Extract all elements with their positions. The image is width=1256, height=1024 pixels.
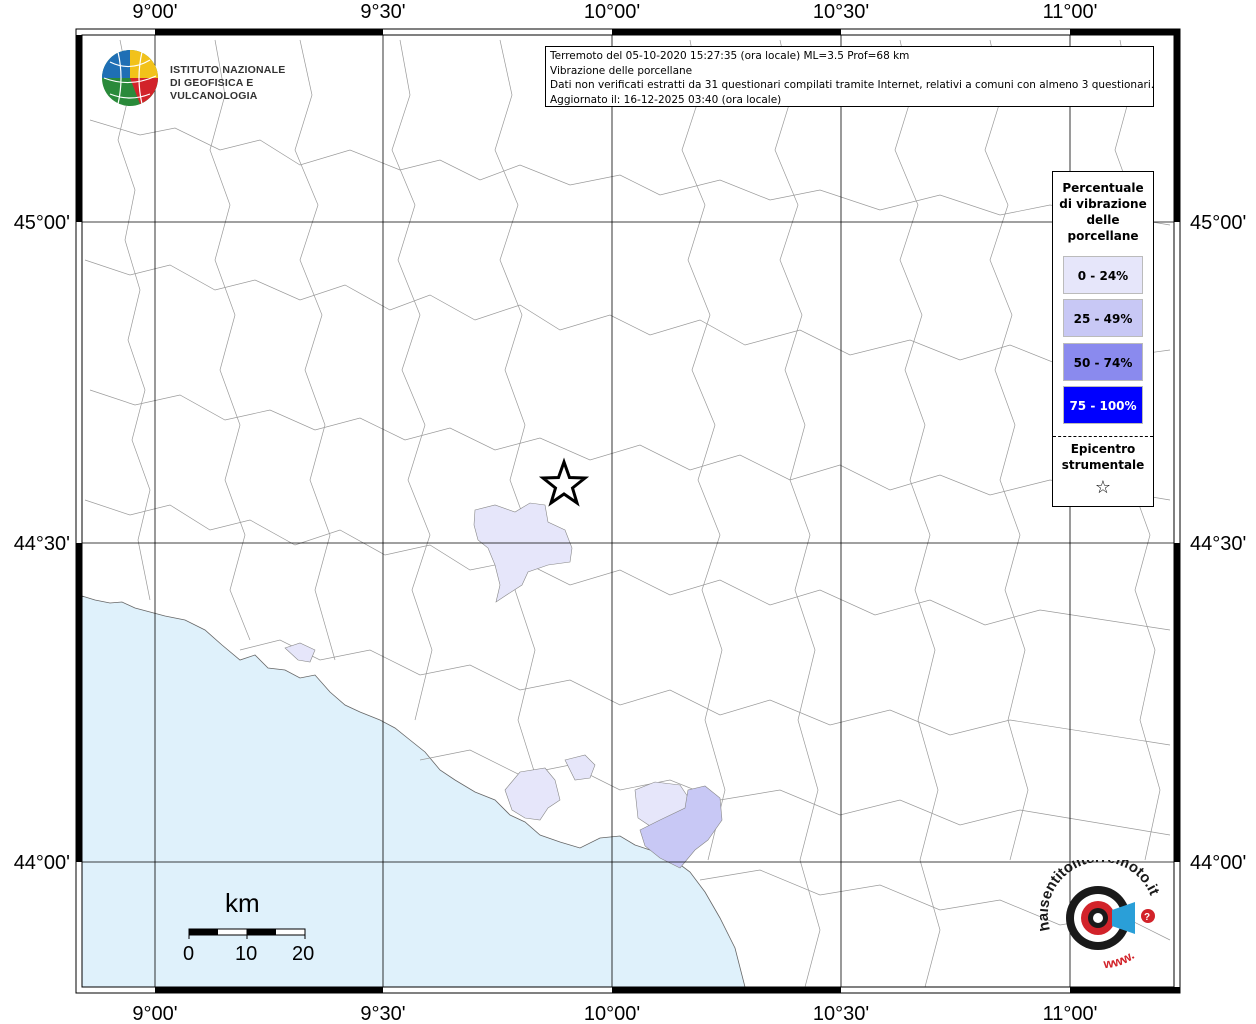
lat-ticks-left: 45°00' 44°30' 44°00' bbox=[14, 212, 70, 874]
data-note: Dati non verificati estratti da 31 quest… bbox=[550, 79, 1154, 91]
legend-star-icon: ☆ bbox=[1094, 477, 1112, 498]
legend-class-25-49: 25 - 49% bbox=[1063, 299, 1143, 337]
lon-ticks-bottom: 9°00' 9°30' 10°00' 10°30' 11°00' bbox=[132, 1003, 1097, 1024]
legend-title-line1: Percentuale bbox=[1062, 181, 1144, 195]
lon-tick-top-5: 11°00' bbox=[1043, 1, 1098, 23]
update-time: Aggiornato il: 16-12-2025 03:40 (ora loc… bbox=[550, 93, 782, 106]
legend-class-0-24: 0 - 24% bbox=[1063, 256, 1143, 294]
svg-text:www.: www. bbox=[1102, 947, 1137, 971]
lon-tick-top-1: 9°00' bbox=[132, 1, 177, 23]
legend-title: Percentuale di vibrazione delle porcella… bbox=[1053, 180, 1153, 244]
lat-tick-left-3: 44°00' bbox=[14, 852, 70, 874]
hai-sentito-text-bottom: www. bbox=[1102, 947, 1137, 971]
legend-title-line3: delle bbox=[1086, 213, 1120, 227]
legend-epicenter-label: Epicentro strumentale bbox=[1053, 441, 1153, 473]
lat-tick-left-1: 45°00' bbox=[14, 212, 70, 234]
legend-separator bbox=[1053, 436, 1153, 437]
map-subject: Vibrazione delle porcellane bbox=[550, 64, 693, 77]
scale-label-0: 0 bbox=[183, 943, 195, 965]
scale-bar-graphic bbox=[188, 928, 306, 939]
event-summary: Terremoto del 05-10-2020 15:27:35 (ora l… bbox=[550, 50, 910, 62]
ingv-globe-icon bbox=[102, 50, 158, 106]
lon-ticks-top: 9°00' 9°30' 10°00' 10°30' 11°00' bbox=[132, 1, 1097, 23]
legend-class-50-74: 50 - 74% bbox=[1063, 343, 1143, 381]
legend-epicenter-line1: Epicentro bbox=[1070, 442, 1136, 456]
ingv-name-line1: ISTITUTO NAZIONALE bbox=[170, 64, 286, 76]
legend: Percentuale di vibrazione delle porcella… bbox=[1052, 171, 1154, 507]
ingv-name: ISTITUTO NAZIONALE DI GEOFISICA E VULCAN… bbox=[170, 64, 330, 103]
lon-tick-bottom-2: 9°30' bbox=[360, 1003, 405, 1024]
legend-title-line2: di vibrazione bbox=[1059, 197, 1147, 211]
svg-text:?: ? bbox=[1144, 912, 1150, 923]
lat-ticks-right: 45°00' 44°30' 44°00' bbox=[1190, 212, 1246, 874]
scale-label-20: 20 bbox=[292, 943, 315, 965]
hai-sentito-il-terremoto-logo: ? haisentitoilterremoto.it www. bbox=[1035, 849, 1164, 972]
hai-sentito-logo-graphic: ? haisentitoilterremoto.it www. bbox=[1035, 849, 1163, 972]
scale-label-10: 10 bbox=[235, 943, 258, 965]
lat-tick-left-2: 44°30' bbox=[14, 533, 70, 555]
ingv-name-line2: DI GEOFISICA E VULCANOLOGIA bbox=[170, 77, 258, 102]
legend-title-line4: porcellane bbox=[1067, 229, 1139, 243]
ingv-logo: ISTITUTO NAZIONALE DI GEOFISICA E VULCAN… bbox=[100, 48, 330, 108]
lon-tick-top-2: 9°30' bbox=[360, 1, 405, 23]
lon-tick-bottom-4: 10°30' bbox=[813, 1003, 869, 1024]
lon-tick-top-3: 10°00' bbox=[584, 1, 640, 23]
lon-tick-top-4: 10°30' bbox=[813, 1, 869, 23]
scale-bar: km 0 10 20 bbox=[180, 888, 330, 968]
legend-class-75-100: 75 - 100% bbox=[1063, 386, 1143, 424]
scale-unit: km bbox=[225, 888, 260, 918]
lon-tick-bottom-5: 11°00' bbox=[1043, 1003, 1098, 1024]
lat-tick-right-2: 44°30' bbox=[1190, 533, 1246, 555]
earthquake-info-box: Terremoto del 05-10-2020 15:27:35 (ora l… bbox=[545, 46, 1154, 107]
lon-tick-bottom-1: 9°00' bbox=[132, 1003, 177, 1024]
lat-tick-right-1: 45°00' bbox=[1190, 212, 1246, 234]
lat-tick-right-3: 44°00' bbox=[1190, 852, 1246, 874]
legend-epicenter-line2: strumentale bbox=[1061, 458, 1145, 472]
lon-tick-bottom-3: 10°00' bbox=[584, 1003, 640, 1024]
